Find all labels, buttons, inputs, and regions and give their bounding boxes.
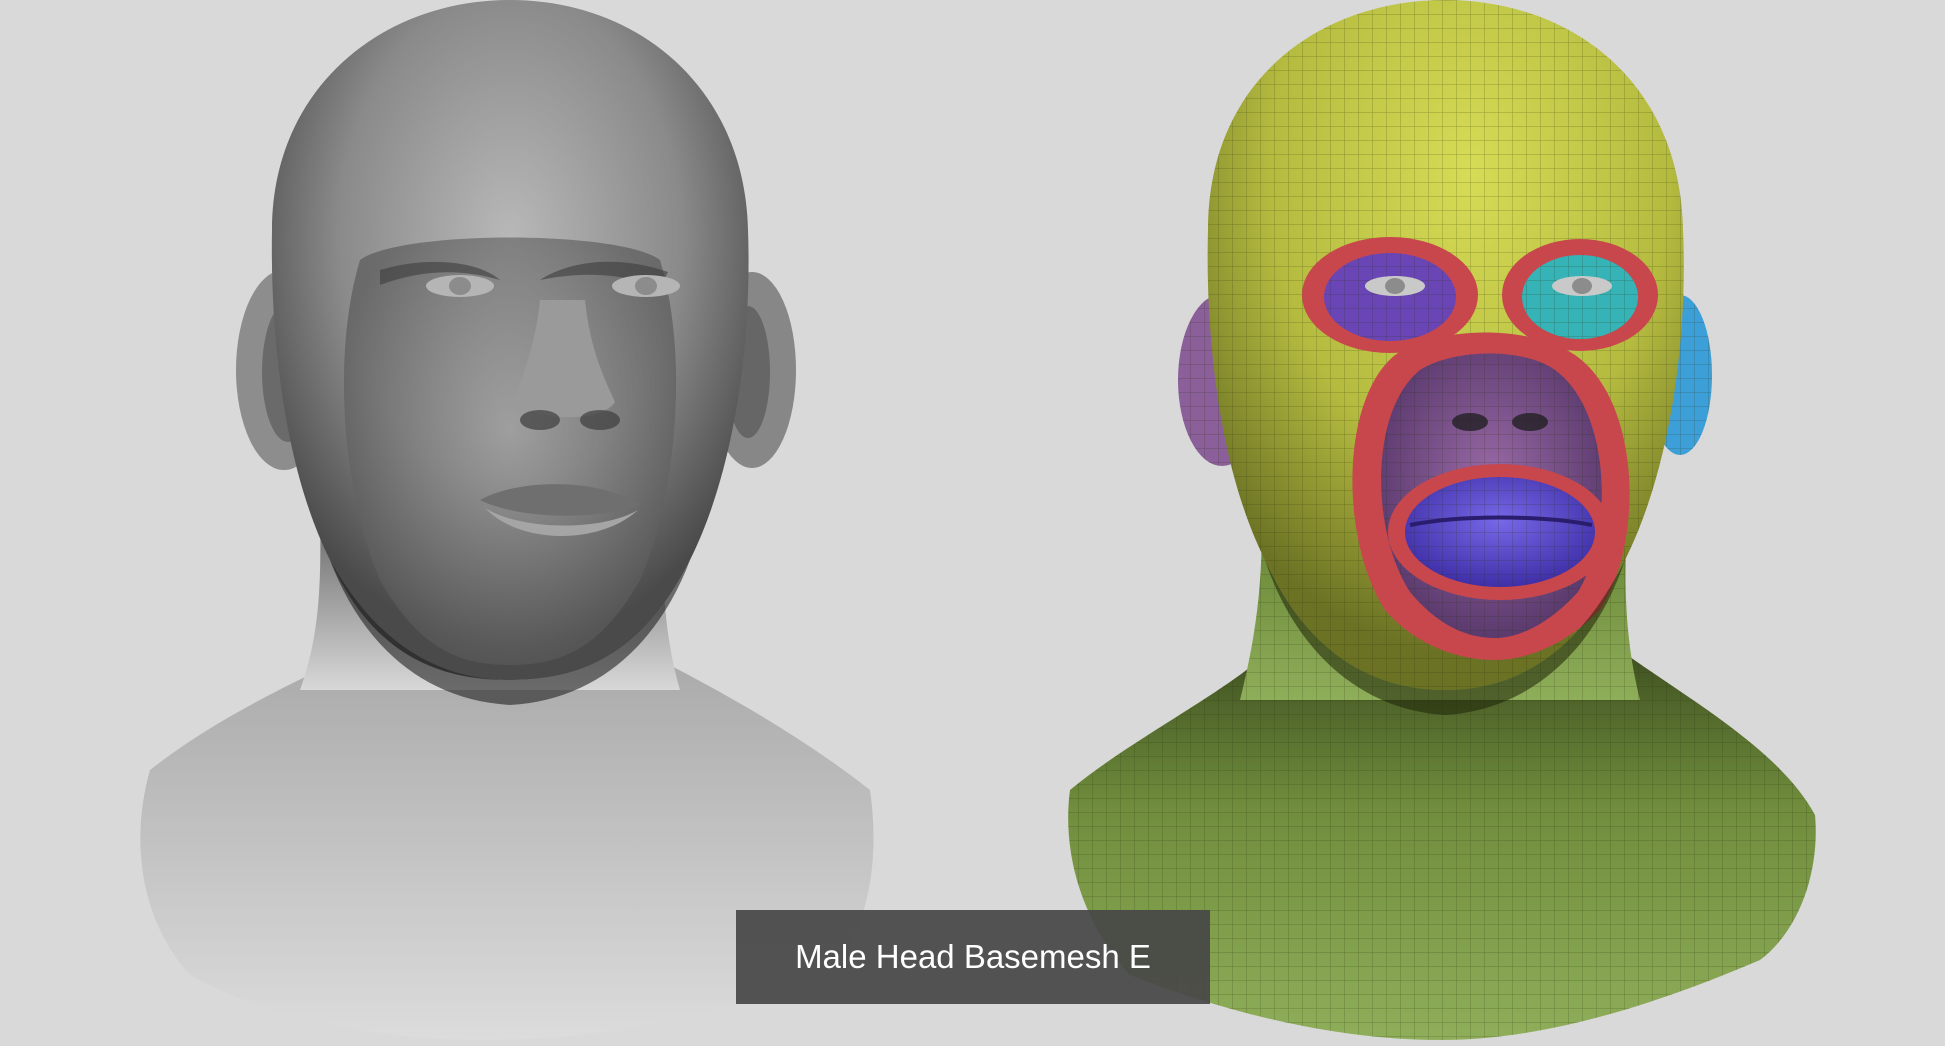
caption-box: Male Head Basemesh E bbox=[736, 910, 1210, 1004]
caption-title: Male Head Basemesh E bbox=[795, 938, 1151, 975]
polygroup-wireframe-head-icon bbox=[1068, 0, 1816, 1040]
render-stage: Male Head Basemesh E bbox=[0, 0, 1945, 1046]
clay-render-head-icon bbox=[140, 0, 874, 1040]
head-renders bbox=[140, 0, 1816, 1040]
